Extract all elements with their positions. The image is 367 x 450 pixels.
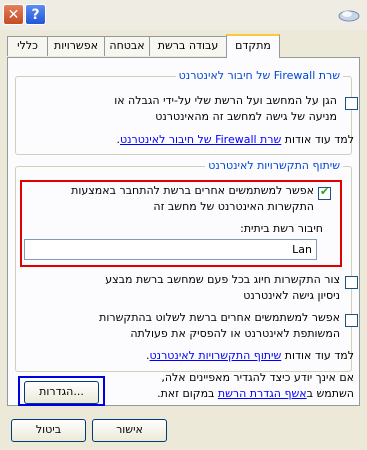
network-setup-wizard-link[interactable]: אשף הגדרת הרשת: [218, 387, 307, 400]
close-icon: ✕: [7, 6, 20, 23]
sharing-learn-more-link[interactable]: שיתוף התקשרויות לאינטרנט: [150, 349, 282, 362]
help-label: ?: [31, 6, 40, 23]
tab-strip: כללי אפשרויות אבטחה עבודה ברשת מתקדם: [7, 34, 360, 58]
firewall-checkbox[interactable]: [345, 97, 358, 110]
tab-security[interactable]: אבטחה: [104, 36, 150, 56]
firewall-group-title: שרת Firewall של חיבור לאינטרנט: [175, 69, 343, 82]
firewall-learn-more-link[interactable]: שרת Firewall של חיבור לאינטרנט: [120, 133, 281, 146]
allow-sharing-checkbox[interactable]: [318, 185, 331, 200]
dial-on-demand-text: צור התקשרות חיוג בכל פעם שמחשב ברשת מבצע…: [105, 273, 340, 302]
firewall-learn-more: למד עוד אודות שרת Firewall של חיבור לאינ…: [116, 133, 354, 146]
allow-sharing-text: אפשר למשתמשים אחרים ברשת להתחבר באמצעות …: [71, 184, 314, 213]
tab-networking[interactable]: עבודה ברשת: [149, 36, 227, 56]
allow-control-text: אפשר למשתמשים אחרים ברשת לשלוט בהתקשרות …: [99, 311, 340, 340]
tab-advanced[interactable]: מתקדם: [226, 34, 280, 58]
sharing-learn-more: למד עוד אודות שיתוף התקשרויות לאינטרנט.: [146, 349, 354, 362]
home-network-field[interactable]: Lan: [24, 239, 317, 260]
close-button[interactable]: ✕: [3, 4, 24, 25]
tab-options[interactable]: אפשרויות: [47, 36, 105, 56]
title-bar: ✕ ?: [0, 0, 367, 30]
firewall-protect-text: הגן על המחשב ועל הרשת שלי על-ידי הגבלה א…: [114, 94, 337, 123]
ok-button[interactable]: אישור: [92, 419, 167, 442]
network-connection-icon: [338, 10, 360, 22]
cancel-button[interactable]: ביטול: [11, 419, 86, 442]
dial-on-demand-checkbox[interactable]: [345, 276, 358, 289]
tab-general[interactable]: כללי: [7, 36, 48, 56]
help-button[interactable]: ?: [25, 4, 46, 25]
allow-control-checkbox[interactable]: [345, 314, 358, 327]
settings-button[interactable]: הגדרות...: [24, 381, 99, 404]
sharing-group-title: שיתוף התקשרויות לאינטרנט: [205, 159, 343, 172]
home-network-label: חיבור רשת ביתית:: [240, 222, 323, 235]
wizard-note: אם אינך יודע כיצד להגדיר מאפיינים אלה, ה…: [157, 371, 354, 400]
